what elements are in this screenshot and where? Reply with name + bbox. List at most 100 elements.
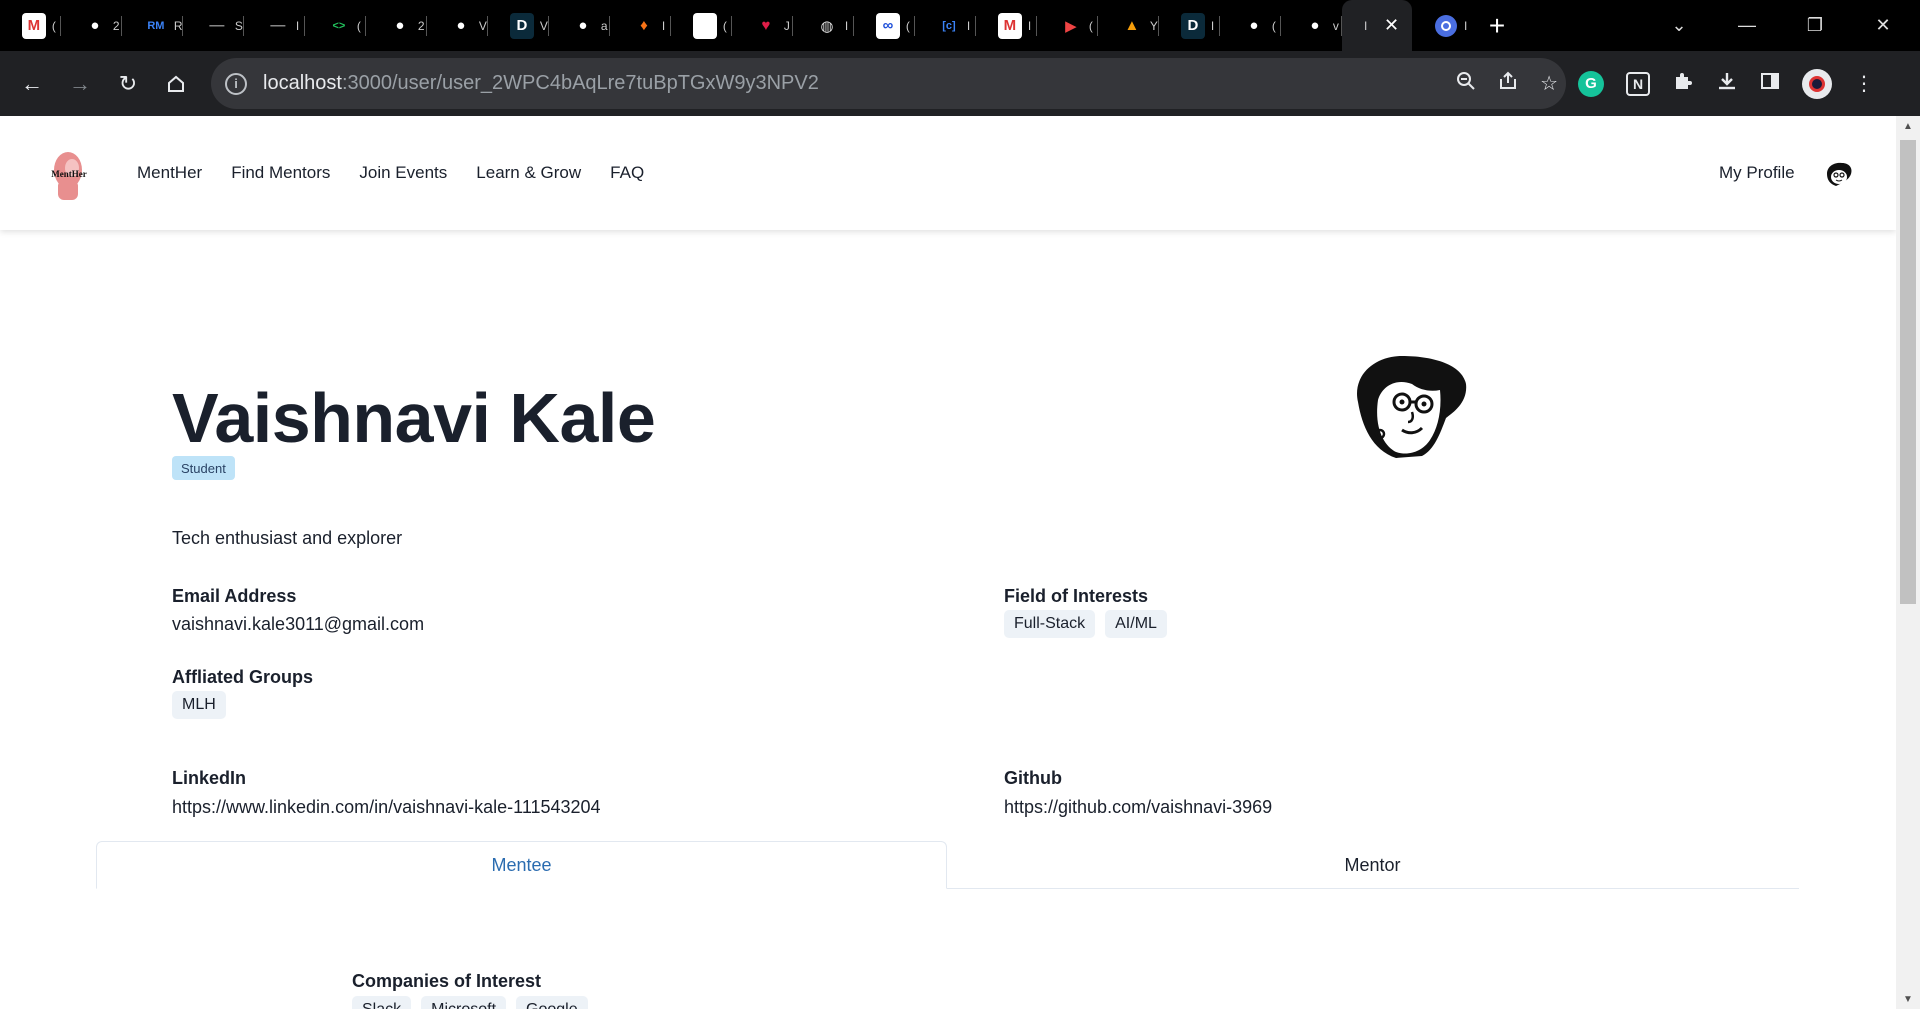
browser-tab[interactable]: ♦ I <box>610 0 671 51</box>
bookmark-star-icon[interactable]: ☆ <box>1540 71 1558 96</box>
browser-tab[interactable]: ▶( <box>1037 0 1098 51</box>
share-icon[interactable] <box>1498 71 1518 97</box>
nav-link-menther[interactable]: MentHer <box>137 163 202 183</box>
browser-tab[interactable]: — I <box>244 0 305 51</box>
browser-tab-strip: M(● 2 RM R — S — I <>(● 2 ● V D V ● a ♦ I(♥ J ◍ I ∞([c] I M I ▶(▲… <box>0 0 1920 51</box>
browser-tab[interactable]: DI <box>1159 0 1220 51</box>
address-bar[interactable]: i localhost:3000/user/user_2WPC4bAqLre7t… <box>211 58 1566 109</box>
github-link[interactable]: https://github.com/vaishnavi-3969 <box>1004 797 1272 818</box>
url-text[interactable]: localhost:3000/user/user_2WPC4bAqLre7tuB… <box>263 72 819 95</box>
nav-link-find-mentors[interactable]: Find Mentors <box>231 163 330 183</box>
link-icon: ∞ <box>876 12 900 39</box>
close-window-icon[interactable]: ✕ <box>1849 0 1917 51</box>
flame-icon: ♦ <box>632 12 656 39</box>
github-icon: ● <box>1303 12 1327 39</box>
interest-chip: AI/ML <box>1105 610 1167 638</box>
side-panel-icon[interactable] <box>1760 71 1780 97</box>
active-tab[interactable]: I ✕ <box>1342 0 1412 51</box>
browser-tab[interactable]: ♥ J <box>732 0 793 51</box>
browser-tab[interactable]: ● 2 <box>61 0 122 51</box>
white-square-icon <box>693 12 717 39</box>
scrollbar-thumb[interactable] <box>1900 140 1916 604</box>
github-icon: ● <box>83 12 107 39</box>
browser-tab[interactable]: M( <box>0 0 61 51</box>
omnibox-actions: ☆ <box>1456 58 1558 109</box>
browser-tab[interactable]: ▲ Y <box>1098 0 1159 51</box>
site-info-icon[interactable]: i <box>225 72 247 95</box>
browser-tab[interactable]: ● v <box>1281 0 1342 51</box>
extensions-puzzle-icon[interactable] <box>1672 70 1694 98</box>
rm-icon: RM <box>144 12 168 39</box>
code-icon: <> <box>327 12 351 39</box>
browser-tab[interactable]: ● 2 <box>366 0 427 51</box>
profile-bio: Tech enthusiast and explorer <box>172 528 403 548</box>
blank-icon: — <box>205 12 229 39</box>
tab-title: I <box>1464 18 1468 33</box>
company-chip: Microsoft <box>421 996 507 1009</box>
minimize-icon[interactable]: — <box>1713 0 1781 51</box>
notion-icon[interactable]: N <box>1626 71 1650 96</box>
browser-tab[interactable]: ● a <box>549 0 610 51</box>
youtube-icon: ▶ <box>1059 12 1083 39</box>
browser-toolbar: ← → ↻ i localhost:3000/user/user_2WPC4bA… <box>0 51 1920 116</box>
download-icon[interactable] <box>1716 70 1738 98</box>
forward-icon[interactable]: → <box>56 60 104 108</box>
browser-tab[interactable]: ◍ I <box>793 0 854 51</box>
restore-icon[interactable]: ❐ <box>1781 0 1849 51</box>
companies-label: Companies of Interest <box>352 971 542 991</box>
github-icon: ● <box>571 12 595 39</box>
my-profile-link[interactable]: My Profile <box>1719 163 1795 183</box>
company-chip: Slack <box>352 996 412 1009</box>
tab-mentor[interactable]: Mentor <box>947 841 1798 889</box>
browser-tab[interactable]: RM R <box>122 0 183 51</box>
browser-tab[interactable]: ∞( <box>854 0 915 51</box>
role-tabs: Mentee Mentor <box>96 841 1799 889</box>
browser-tab[interactable]: ● V <box>427 0 488 51</box>
linkedin-label: LinkedIn <box>172 768 247 788</box>
d-icon: D <box>1181 12 1205 39</box>
zoom-icon[interactable] <box>1456 71 1476 97</box>
interests-label: Field of Interests <box>1004 586 1149 606</box>
role-badge: Student <box>172 456 235 480</box>
linkedin-link[interactable]: https://www.linkedin.com/in/vaishnavi-ka… <box>172 797 601 818</box>
extensions-area: G N ⋮ <box>1578 51 1874 116</box>
user-avatar-small[interactable] <box>1824 160 1854 190</box>
github-icon: ● <box>449 12 473 39</box>
browser-menu-icon[interactable]: ⋮ <box>1854 71 1874 96</box>
menther-logo[interactable]: MentHer <box>42 146 96 202</box>
tab-mentee[interactable]: Mentee <box>96 841 947 889</box>
browser-tab[interactable]: ●( <box>1220 0 1281 51</box>
browser-tab[interactable]: ( <box>671 0 732 51</box>
gmail-icon: M <box>998 12 1022 39</box>
globe-icon: ◍ <box>815 12 839 39</box>
home-icon[interactable] <box>152 60 200 108</box>
groups-chips: MLH <box>172 691 236 719</box>
tab-search-icon[interactable]: ⌄ <box>1645 0 1713 51</box>
url-path: :3000/user/user_2WPC4bAqLre7tuBpTGxW9y3N… <box>341 72 819 94</box>
scroll-down-icon[interactable]: ▼ <box>1896 989 1920 1009</box>
browser-profile-icon[interactable] <box>1802 68 1832 99</box>
back-icon[interactable]: ← <box>8 60 56 108</box>
browser-tab[interactable]: — S <box>183 0 244 51</box>
url-host: localhost <box>263 72 342 94</box>
close-tab-icon[interactable]: ✕ <box>1384 15 1399 36</box>
nav-link-join-events[interactable]: Join Events <box>359 163 447 183</box>
browser-tab[interactable]: <>( <box>305 0 366 51</box>
github-icon: ● <box>1242 12 1266 39</box>
new-tab-button[interactable]: + <box>1473 0 1521 51</box>
page-viewport: MentHer MentHer Find Mentors Join Events Le… <box>0 116 1896 1009</box>
nav-link-learn-grow[interactable]: Learn & Grow <box>476 163 581 183</box>
browser-tab[interactable]: DV <box>488 0 549 51</box>
scroll-up-icon[interactable]: ▲ <box>1896 116 1920 136</box>
groups-label: Affliated Groups <box>172 667 314 687</box>
github-icon: ● <box>388 12 412 39</box>
browser-tab[interactable]: MI <box>976 0 1037 51</box>
tab-chrome[interactable]: I <box>1412 0 1473 51</box>
nav-link-faq[interactable]: FAQ <box>610 163 644 183</box>
chrome-icon <box>1434 13 1458 39</box>
reload-icon[interactable]: ↻ <box>104 60 152 108</box>
page-scrollbar[interactable]: ▲ ▼ <box>1896 116 1920 1009</box>
browser-tab[interactable]: [c] I <box>915 0 976 51</box>
grammarly-icon[interactable]: G <box>1578 70 1604 97</box>
profile-name: Vaishnavi Kale <box>172 379 656 457</box>
